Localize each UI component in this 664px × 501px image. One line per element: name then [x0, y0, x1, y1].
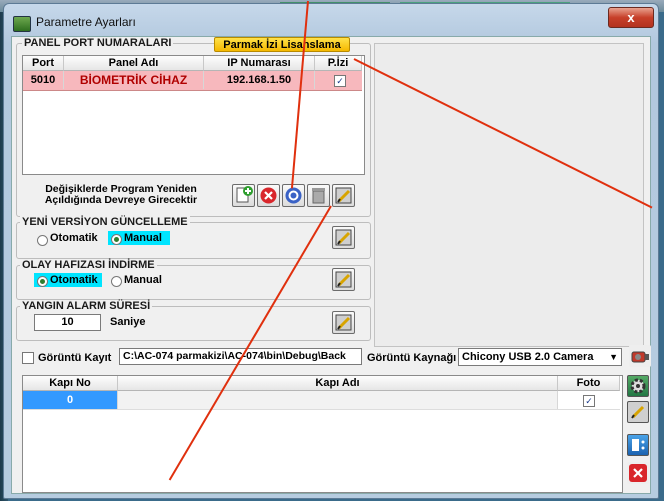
- panel-port-table: Port Panel Adı IP Numarası P.İzi 5010 Bİ…: [22, 55, 365, 175]
- export-icon: [632, 439, 645, 451]
- version-auto-radio[interactable]: [37, 235, 48, 246]
- chevron-down-icon: ▼: [609, 352, 618, 362]
- close-button[interactable]: x: [608, 7, 654, 28]
- event-download-group-title: OLAY HAFIZASI İNDİRME: [20, 259, 157, 271]
- version-edit-button[interactable]: [332, 226, 355, 249]
- add-icon: [236, 186, 253, 203]
- image-source-select[interactable]: Chicony USB 2.0 Camera ▼: [458, 348, 622, 366]
- version-auto-label[interactable]: Otomatik: [50, 232, 98, 244]
- event-auto-label[interactable]: Otomatik: [50, 274, 98, 286]
- title-bar[interactable]: Parametre Ayarları x: [4, 4, 658, 36]
- fire-alarm-group-title: YANGIN ALARM SÜRESİ: [20, 300, 153, 312]
- door-export-button[interactable]: [627, 434, 649, 456]
- column-header-door-name[interactable]: Kapı Adı: [118, 376, 558, 391]
- version-update-group-title: YENİ VERSİYON GÜNCELLEME: [20, 216, 190, 228]
- column-header-port[interactable]: Port: [23, 56, 64, 71]
- delete-icon: [629, 464, 647, 482]
- restart-note: Değişiklerde Program Yeniden Açıldığında…: [26, 184, 216, 206]
- version-manual-label[interactable]: Manual: [124, 232, 162, 244]
- panel-port-group-title: PANEL PORT NUMARALARI: [22, 37, 174, 49]
- cell-panel-name: BİOMETRİK CİHAZ: [64, 71, 204, 89]
- fire-alarm-seconds-input[interactable]: 10: [34, 314, 101, 331]
- event-manual-radio[interactable]: [111, 276, 122, 287]
- cell-door-name[interactable]: [118, 391, 558, 409]
- edit-icon: [335, 187, 352, 204]
- image-record-label[interactable]: Görüntü Kayıt: [38, 352, 111, 364]
- app-icon: [13, 16, 31, 32]
- event-edit-button[interactable]: [332, 268, 355, 291]
- column-header-photo[interactable]: Foto: [558, 376, 620, 391]
- delete-button[interactable]: [257, 184, 280, 207]
- door-edit-button[interactable]: [627, 401, 649, 423]
- gear-icon: [630, 378, 646, 394]
- column-header-ip[interactable]: IP Numarası: [204, 56, 315, 71]
- cell-ip: 192.168.1.50: [204, 71, 315, 89]
- add-button[interactable]: [232, 184, 255, 207]
- refresh-icon: [285, 187, 302, 204]
- edit-icon: [335, 314, 352, 331]
- window-title: Parametre Ayarları: [36, 15, 136, 29]
- refresh-button[interactable]: [282, 184, 305, 207]
- table-row[interactable]: 0 ✓: [23, 391, 620, 410]
- parametre-ayarlari-window: Parametre Ayarları x PANEL PORT NUMARALA…: [3, 3, 659, 499]
- column-header-panel-name[interactable]: Panel Adı: [64, 56, 204, 71]
- event-manual-label[interactable]: Manual: [124, 274, 162, 286]
- edit-icon: [335, 271, 352, 288]
- column-header-door-no[interactable]: Kapı No: [23, 376, 118, 391]
- pizi-checkbox[interactable]: ✓: [334, 75, 346, 87]
- trash-button[interactable]: [307, 184, 330, 207]
- image-record-checkbox[interactable]: [22, 352, 34, 364]
- edit-icon: [631, 405, 645, 419]
- delete-icon: [260, 187, 277, 204]
- table-row[interactable]: 5010 BİOMETRİK CİHAZ 192.168.1.50 ✓: [23, 71, 362, 91]
- camera-button[interactable]: [629, 345, 651, 367]
- image-source-label: Görüntü Kaynağı: [367, 352, 457, 364]
- camera-icon: [631, 351, 649, 363]
- door-table: Kapı No Kapı Adı Foto 0 ✓: [22, 375, 623, 493]
- settings-button[interactable]: [627, 375, 649, 397]
- license-button[interactable]: Parmak İzi Lisanslama: [214, 37, 350, 52]
- photo-checkbox[interactable]: ✓: [583, 395, 595, 407]
- trash-icon: [312, 188, 325, 204]
- fire-alarm-unit: Saniye: [110, 316, 146, 328]
- event-auto-radio[interactable]: [37, 276, 48, 287]
- fire-alarm-edit-button[interactable]: [332, 311, 355, 334]
- cell-port: 5010: [23, 71, 64, 89]
- restart-note-line2: Açıldığında Devreye Girecektir: [44, 194, 198, 206]
- door-delete-button[interactable]: [627, 462, 649, 484]
- edit-button[interactable]: [332, 184, 355, 207]
- client-area: PANEL PORT NUMARALARI Parmak İzi Lisansl…: [11, 36, 651, 494]
- version-manual-radio[interactable]: [111, 234, 122, 245]
- edit-icon: [335, 229, 352, 246]
- image-source-value: Chicony USB 2.0 Camera: [462, 351, 594, 363]
- cell-door-no: 0: [23, 391, 118, 409]
